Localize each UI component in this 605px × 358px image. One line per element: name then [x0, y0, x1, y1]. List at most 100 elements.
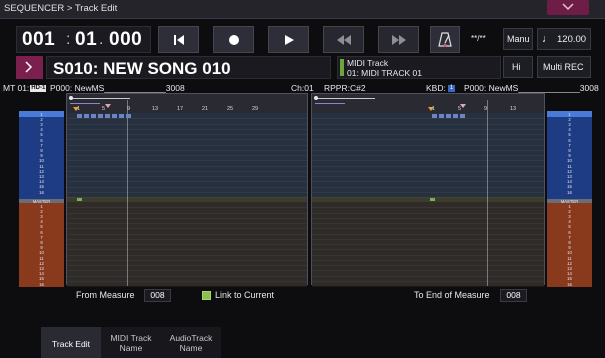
song-select-button[interactable] — [16, 56, 43, 79]
midi-track-row-divider — [67, 186, 307, 188]
audio-track-row-divider-zoom — [312, 259, 544, 261]
ruler-measure-number-zoom: 9 — [484, 106, 488, 112]
midi-track-row-divider-zoom — [312, 149, 544, 151]
track-color-stripe — [340, 59, 344, 76]
midi-track-name: 01: MIDI TRACK 01 — [347, 68, 422, 78]
fast-forward-icon — [391, 34, 406, 45]
midi-track-row-divider — [67, 149, 307, 151]
midi-track-row-divider — [67, 197, 307, 198]
audio-track-row-divider — [67, 249, 307, 251]
midi-track-row-divider — [67, 181, 307, 183]
from-measure-field[interactable]: 008 — [144, 289, 171, 302]
audio-track-row-divider-zoom — [312, 254, 544, 256]
tempo-mode-value: Manu — [507, 34, 530, 44]
loop-marker-icon-zoom[interactable] — [460, 104, 466, 108]
audio-track-row-divider — [67, 207, 307, 209]
time-signature-value: **/** — [471, 34, 486, 43]
record-button[interactable] — [213, 26, 254, 53]
master-marker[interactable] — [77, 198, 82, 201]
rec-quality-button[interactable]: Hi — [503, 56, 533, 78]
locate-button[interactable] — [158, 26, 199, 53]
midi-track-row-divider-zoom — [312, 197, 544, 198]
fast-forward-button[interactable] — [378, 26, 419, 53]
midi-track-row-divider — [67, 123, 307, 125]
midi-track-number-right[interactable]: 16 — [547, 190, 592, 195]
loop-marker-icon[interactable] — [105, 104, 111, 108]
tempo-field[interactable]: ♩ 120.00 — [537, 28, 591, 50]
audio-track-row-divider — [67, 254, 307, 256]
audio-track-row-divider — [67, 228, 307, 230]
midi-track-row-divider-zoom — [312, 191, 544, 193]
location-tick[interactable]: 000 — [109, 29, 142, 51]
midi-track-number[interactable]: 16 — [19, 190, 64, 195]
midi-track-row-divider-zoom — [312, 134, 544, 135]
tempo-mode-button[interactable]: Manu — [503, 28, 533, 50]
ruler-loop-line-zoom — [315, 103, 345, 104]
time-signature[interactable]: **/** — [464, 26, 500, 53]
track-overview-panel-left[interactable]: 1 5 9 13 17 21 25 29 — [66, 93, 308, 287]
midi-track-row-divider-zoom — [312, 165, 544, 167]
audio-track-row-divider-zoom — [312, 270, 544, 272]
midi-track-select[interactable]: MIDI Track 01: MIDI TRACK 01 — [337, 56, 501, 79]
to-end-measure-field[interactable]: 008 — [500, 289, 527, 302]
link-to-current-checkbox[interactable] — [202, 291, 211, 300]
audio-track-row-divider — [67, 244, 307, 245]
info-channel: Ch:01 — [291, 83, 314, 93]
song-name-display[interactable]: S010: NEW SONG 010 — [46, 56, 331, 79]
ruler-start-handle[interactable] — [69, 96, 73, 100]
midi-track-row-divider — [67, 118, 307, 120]
info-track: MT 01: HD-1 — [3, 83, 47, 93]
midi-track-row-divider — [67, 176, 307, 177]
midi-track-row-divider-zoom — [312, 123, 544, 125]
audio-track-row-divider-zoom — [312, 217, 544, 219]
page-title: SEQUENCER > Track Edit — [4, 3, 118, 14]
audio-track-row-divider-zoom — [312, 286, 544, 287]
metronome-button[interactable] — [430, 26, 460, 53]
midi-tracks-block: 1 2 3 4 5 6 7 8 9 10 11 12 13 14 15 16 — [19, 111, 64, 199]
locate-marker-icon-zoom[interactable] — [428, 107, 434, 111]
midi-track-row-divider-zoom — [312, 160, 544, 162]
rec-mode-button[interactable]: Multi REC — [537, 56, 591, 78]
ruler-start-handle-zoom[interactable] — [314, 96, 318, 100]
to-end-measure-label: To End of Measure — [414, 290, 490, 300]
master-marker-zoom[interactable] — [430, 198, 435, 201]
play-button[interactable] — [268, 26, 309, 53]
chevron-right-icon — [25, 61, 33, 73]
audio-track-row-divider — [67, 265, 307, 266]
rec-mode-value: Multi REC — [543, 62, 584, 72]
ruler-measure-number: 25 — [227, 106, 234, 112]
midi-track-row-divider — [67, 170, 307, 172]
midi-track-row-divider-zoom — [312, 170, 544, 172]
audio-track-number-right[interactable]: 16 — [547, 282, 592, 287]
page-menu-button[interactable] — [547, 0, 589, 15]
tab-audio-track-name[interactable]: AudioTrack Name — [161, 327, 221, 358]
audio-track-row-divider-zoom — [312, 212, 544, 214]
audio-track-number[interactable]: 16 — [19, 282, 64, 287]
tab-audio-track-name-label1: AudioTrack — [169, 333, 213, 343]
midi-track-row-divider-zoom — [312, 128, 544, 130]
tab-track-edit[interactable]: Track Edit — [41, 327, 101, 358]
audio-track-row-divider-zoom — [312, 233, 544, 235]
track-overview-panel-right[interactable]: 1 5 9 13 — [311, 93, 545, 287]
ruler-measure-number-zoom: 13 — [510, 106, 517, 112]
rewind-button[interactable] — [323, 26, 364, 53]
audio-track-row-divider — [67, 223, 307, 224]
location-display[interactable]: 001 : 01 . 000 — [16, 26, 151, 53]
location-beat[interactable]: 01 — [75, 29, 97, 51]
tab-audio-track-name-label2: Name — [179, 343, 203, 353]
midi-track-row-divider-zoom — [312, 118, 544, 120]
location-separator-colon: : — [66, 31, 71, 48]
audio-track-row-divider — [67, 212, 307, 214]
midi-track-row-divider — [67, 191, 307, 193]
location-measure[interactable]: 001 — [22, 29, 55, 51]
locate-marker-icon[interactable] — [73, 107, 79, 111]
ruler-measure-number: 21 — [202, 106, 209, 112]
audio-track-row-divider-zoom — [312, 238, 544, 240]
midi-track-row-divider-zoom — [312, 144, 544, 146]
midi-track-row-divider — [67, 160, 307, 162]
bank-badge: HD-1 — [30, 85, 47, 93]
info-rppr: RPPR:C#2 — [324, 83, 366, 93]
midi-track-row-divider-zoom — [312, 181, 544, 183]
tab-midi-track-name[interactable]: MIDI Track Name — [101, 327, 161, 358]
info-program: P000: NewMS_____________3008 — [50, 83, 185, 93]
